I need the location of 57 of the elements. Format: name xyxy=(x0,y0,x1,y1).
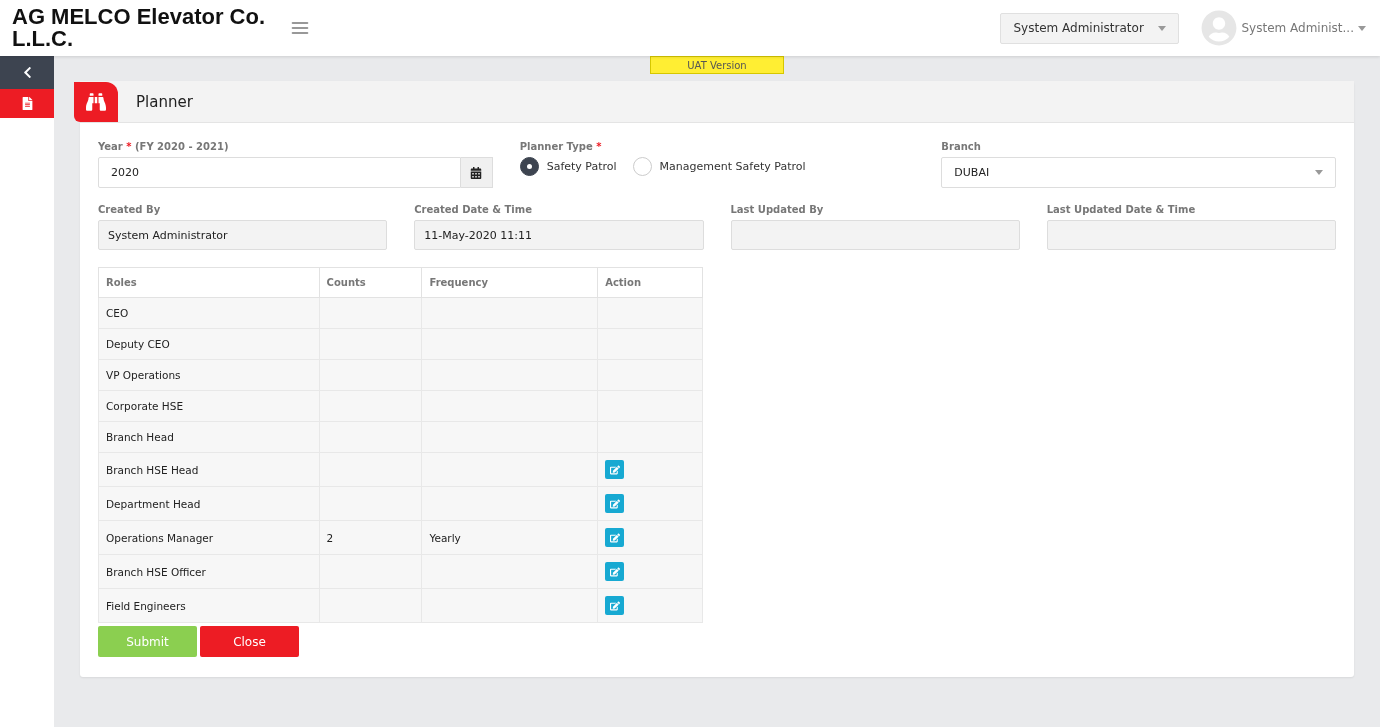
table-cell: 2 xyxy=(319,520,422,555)
table-cell: Branch HSE Officer xyxy=(98,554,320,589)
table-cell: Corporate HSE xyxy=(98,390,320,422)
field-label: Created By xyxy=(98,204,162,215)
table-cell: Branch Head xyxy=(98,421,320,453)
document-icon xyxy=(20,97,34,110)
close-button[interactable]: Close xyxy=(200,626,299,657)
table-cell: Yearly xyxy=(421,520,598,555)
panel-title: Planner xyxy=(136,92,193,111)
edit-button[interactable] xyxy=(605,528,625,547)
table-cell: Field Engineers xyxy=(98,588,320,623)
field-label: Year * (FY 2020 - 2021) xyxy=(98,141,230,152)
radio-button[interactable] xyxy=(519,157,539,176)
column-header: Counts xyxy=(319,267,422,298)
caret-icon xyxy=(1158,25,1167,31)
edit-icon xyxy=(609,600,620,611)
table-cell: CEO xyxy=(98,297,320,329)
field-label: Last Updated Date & Time xyxy=(1046,204,1197,215)
radio-label: Management Safety Patrol xyxy=(659,160,806,173)
table-cell: Operations Manager xyxy=(98,520,320,555)
readonly-field[interactable]: 11-May-2020 11:11 xyxy=(414,220,704,250)
branch-select[interactable]: DUBAI xyxy=(941,157,1336,188)
edit-icon xyxy=(609,498,620,509)
edit-icon xyxy=(609,566,620,577)
radio-option[interactable]: Safety Patrol xyxy=(519,157,617,176)
edit-icon xyxy=(609,464,620,475)
edit-button[interactable] xyxy=(605,460,625,479)
edit-button[interactable] xyxy=(605,494,625,513)
column-header: Action xyxy=(597,267,703,298)
field-label: Branch xyxy=(941,141,982,152)
column-header: Roles xyxy=(98,267,320,298)
table-cell: Department Head xyxy=(98,486,320,521)
field-label: Created Date & Time xyxy=(414,204,533,215)
year-input[interactable]: 2020 xyxy=(98,157,461,188)
readonly-field[interactable] xyxy=(730,220,1020,250)
table-cell: Deputy CEO xyxy=(98,328,320,360)
environment-badge: UAT Version xyxy=(650,56,784,74)
edit-button[interactable] xyxy=(605,562,625,581)
readonly-field[interactable]: System Administrator xyxy=(98,220,388,250)
edit-button[interactable] xyxy=(605,596,625,615)
user-name[interactable]: System Administ... xyxy=(1241,21,1354,35)
edit-icon xyxy=(609,532,620,543)
caret-icon xyxy=(1315,170,1323,175)
sidebar-item[interactable] xyxy=(0,89,54,118)
table-cell: VP Operations xyxy=(98,359,320,391)
table-cell: Branch HSE Head xyxy=(98,452,320,487)
company-name: AG MELCO Elevator Co. L.L.C. xyxy=(12,6,267,50)
field-label: Planner Type * xyxy=(519,141,603,152)
column-header: Frequency xyxy=(421,267,598,298)
readonly-field[interactable] xyxy=(1046,220,1336,250)
caret-icon xyxy=(1358,25,1366,31)
calendar-icon[interactable] xyxy=(460,157,493,188)
collapse-button[interactable] xyxy=(0,56,54,89)
radio-option[interactable]: Management Safety Patrol xyxy=(632,157,806,176)
role-select[interactable]: System Administrator xyxy=(1000,12,1180,44)
field-label: Last Updated By xyxy=(730,204,825,215)
radio-label: Safety Patrol xyxy=(546,160,617,173)
